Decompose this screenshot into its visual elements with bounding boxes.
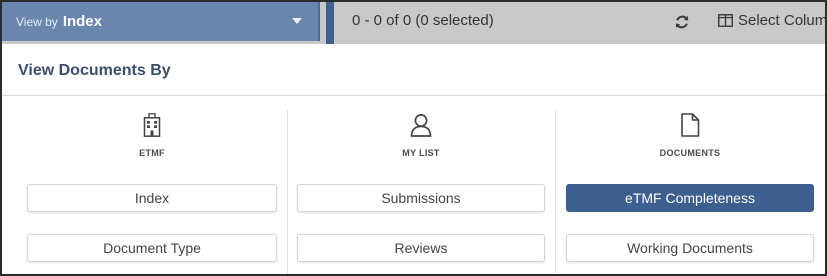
column-label-documents: DOCUMENTS xyxy=(659,148,721,158)
view-documents-dropdown: View by Index 0 - 0 of 0 (0 selected) Se… xyxy=(0,0,827,276)
toolbar-divider xyxy=(326,2,334,44)
view-by-prefix: View by xyxy=(16,14,58,29)
select-columns-button[interactable]: Select Colum xyxy=(718,12,827,29)
option-etmf-completeness[interactable]: eTMF Completeness xyxy=(566,184,814,212)
select-columns-label: Select Colum xyxy=(738,12,827,29)
document-icon xyxy=(675,110,705,140)
option-document-type[interactable]: Document Type xyxy=(27,234,277,262)
panel-header: View Documents By xyxy=(2,44,825,96)
option-working-documents[interactable]: Working Documents xyxy=(566,234,814,262)
column-label-my-list: MY LIST xyxy=(402,148,440,158)
building-icon xyxy=(137,110,167,140)
toolbar: View by Index 0 - 0 of 0 (0 selected) Se… xyxy=(2,2,827,44)
view-by-dropdown[interactable]: View by Index xyxy=(2,2,320,41)
columns-icon xyxy=(718,14,733,27)
view-by-value: Index xyxy=(62,13,102,30)
refresh-icon[interactable] xyxy=(674,14,690,30)
column-label-etmf: ETMF xyxy=(139,148,165,158)
panel-title: View Documents By xyxy=(18,62,171,79)
column-divider xyxy=(555,110,556,274)
selection-count: 0 - 0 of 0 (0 selected) xyxy=(352,12,494,29)
panel-body: ETMF Index Document Type MY LIST Submiss… xyxy=(2,96,825,274)
option-index[interactable]: Index xyxy=(27,184,277,212)
option-reviews[interactable]: Reviews xyxy=(297,234,545,262)
column-divider xyxy=(287,110,288,274)
user-icon xyxy=(406,110,436,140)
option-submissions[interactable]: Submissions xyxy=(297,184,545,212)
caret-down-icon xyxy=(292,18,302,24)
